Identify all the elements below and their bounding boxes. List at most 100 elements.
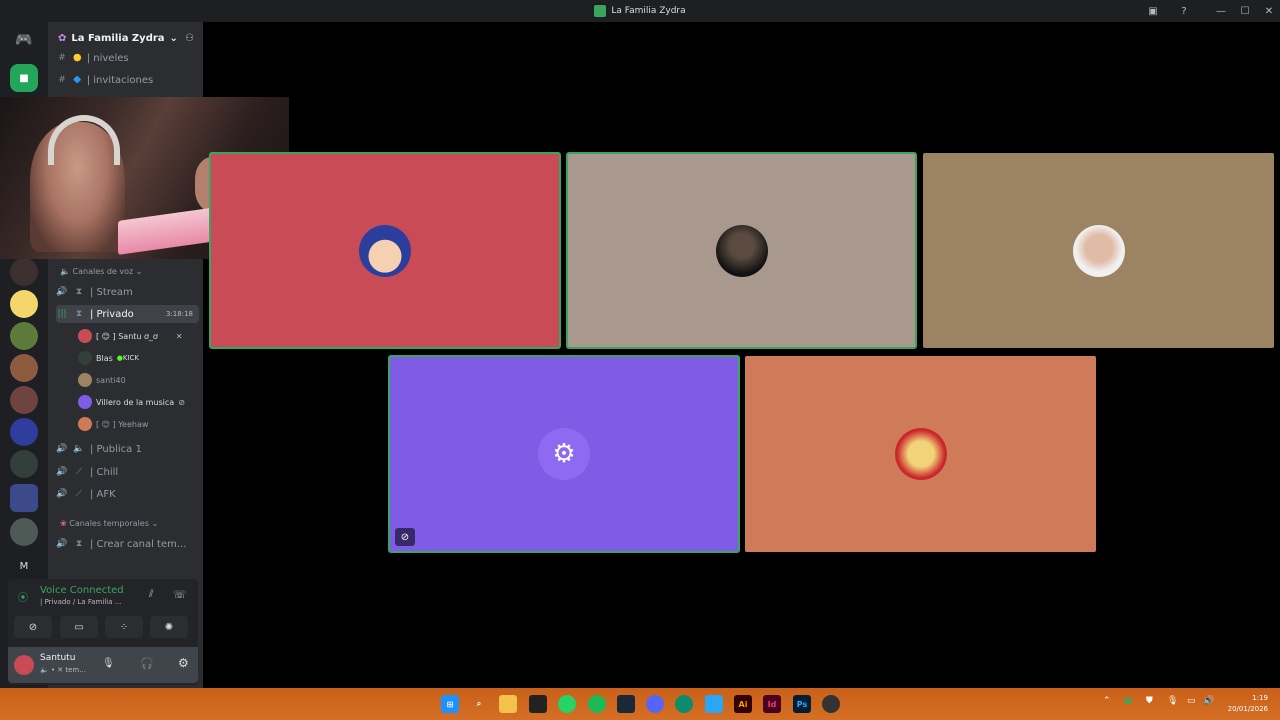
discord-icon[interactable]: [646, 695, 664, 713]
hash-icon: #: [58, 75, 66, 85]
speaker-icon: 🔈: [73, 444, 85, 454]
app-icon-blue[interactable]: [705, 695, 723, 713]
tray-shield-icon[interactable]: ⛊: [1146, 696, 1153, 706]
voice-channel-crear[interactable]: 🔊 ⧗ | Crear canal tem...: [56, 535, 186, 553]
voice-channel-publica[interactable]: 🔊 🔈 | Publica 1: [56, 440, 142, 458]
server-icon-5[interactable]: [10, 386, 38, 414]
user-name[interactable]: Santutu: [40, 653, 75, 663]
minimize-button[interactable]: —: [1214, 0, 1228, 22]
server-folder-icon[interactable]: [10, 484, 38, 512]
server-name: La Familia Zydra: [71, 32, 165, 44]
tray-chevron-icon[interactable]: ⌃: [1103, 696, 1111, 706]
voice-category[interactable]: 🔈 Canales de voz ⌄: [60, 267, 142, 276]
server-icon-3[interactable]: [10, 322, 38, 350]
voice-user[interactable]: Blas ●KICK: [78, 349, 139, 367]
maximize-button[interactable]: ☐: [1238, 0, 1252, 22]
spotify-icon[interactable]: [588, 695, 606, 713]
text-channel-invitaciones[interactable]: # 🔷 | invitaciones: [56, 71, 153, 89]
avatar: [359, 224, 411, 277]
user-name: santi40: [96, 375, 126, 385]
clock-time: 1:19: [1252, 694, 1268, 702]
title-bar: La Familia Zydra ▣ ? — ☐ ✕: [0, 0, 1280, 22]
channel-label: | Crear canal tem...: [90, 538, 187, 550]
illustrator-icon[interactable]: Ai: [734, 695, 752, 713]
camera-button[interactable]: ⊘: [14, 616, 52, 638]
steam-icon[interactable]: [617, 695, 635, 713]
server-icon-zydra[interactable]: ■: [10, 64, 38, 92]
close-button[interactable]: ✕: [1262, 0, 1276, 22]
channel-timer: 3:18:18: [166, 310, 193, 318]
avatar: [78, 417, 92, 431]
voice-status[interactable]: Voice Connected: [40, 585, 124, 596]
tray-app-icon[interactable]: ●: [1124, 696, 1132, 706]
bot-avatar-tile[interactable]: ⚙ ⊘: [388, 355, 740, 553]
windows-start-icon[interactable]: ⊞: [441, 695, 459, 713]
voice-user[interactable]: [ 😊 ] Yeehaw: [78, 415, 148, 433]
help-icon[interactable]: ?: [1176, 0, 1192, 22]
server-icon-1[interactable]: [10, 258, 38, 286]
inbox-icon[interactable]: ▣: [1145, 0, 1161, 22]
channel-label: | niveles: [86, 52, 129, 64]
temp-category-icon: ❀: [60, 519, 67, 528]
noise-suppression-icon[interactable]: ⫽: [149, 589, 153, 600]
disconnect-icon[interactable]: ☏: [173, 588, 187, 601]
server-icon-2[interactable]: [10, 290, 38, 318]
indesign-icon[interactable]: Id: [763, 695, 781, 713]
voice-user[interactable]: [ 😊 ] Santu ơ_ơ ✕: [78, 327, 183, 345]
voice-user[interactable]: santi40: [78, 371, 126, 389]
category-label: Canales de voz: [72, 267, 134, 276]
tray-network-icon[interactable]: ▭: [1187, 696, 1196, 706]
voice-channel-privado[interactable]: ||| ⧗ | Privado 3:18:18: [56, 305, 199, 323]
activities-button[interactable]: ⁘: [105, 616, 143, 638]
app-icon-circle[interactable]: [822, 695, 840, 713]
avatar: [1072, 224, 1125, 277]
avatar[interactable]: [14, 655, 34, 675]
screen-share-button[interactable]: ▭: [60, 616, 98, 638]
channel-label: | invitaciones: [86, 74, 154, 86]
soundboard-button[interactable]: ✺: [150, 616, 188, 638]
temp-category[interactable]: ❀ Canales temporales ⌄: [60, 519, 158, 528]
edge-icon[interactable]: [675, 695, 693, 713]
server-icon-4[interactable]: [10, 354, 38, 382]
system-clock[interactable]: 1:19 20/01/2026: [1228, 693, 1268, 715]
speaker-icon: 🔊: [56, 287, 68, 297]
app-icon: [594, 5, 607, 17]
whatsapp-icon[interactable]: [558, 695, 576, 713]
voice-channel-afk[interactable]: 🔊 ⟋ | AFK: [56, 485, 115, 503]
search-icon[interactable]: ⌕: [470, 695, 488, 713]
avatar: [78, 351, 92, 365]
server-icon-7[interactable]: [10, 450, 38, 478]
add-member-icon[interactable]: ⚇: [185, 33, 194, 44]
voice-channel-stream[interactable]: 🔊 ⧗ | Stream: [56, 283, 132, 301]
blonde-avatar-tile[interactable]: [745, 356, 1096, 552]
photoshop-icon[interactable]: Ps: [793, 695, 811, 713]
guy-avatar-tile[interactable]: [923, 153, 1274, 348]
file-explorer-icon[interactable]: [499, 695, 517, 713]
fighter-avatar-tile[interactable]: [566, 152, 917, 349]
speaker-icon: 🔊: [56, 489, 68, 499]
voice-channel-chill[interactable]: 🔊 ⟋ | Chill: [56, 463, 118, 481]
user-panel: Santutu 🔈 • ✕ tem... 🎙 🎧 ⚙: [8, 647, 198, 683]
channel-label: | Publica 1: [90, 443, 142, 455]
voice-user[interactable]: Villero de la musica ⊘: [78, 393, 185, 411]
gear-icon[interactable]: ⚙: [178, 656, 189, 670]
server-icon-6[interactable]: [10, 418, 38, 446]
microphone-icon[interactable]: 🎙: [102, 658, 115, 669]
tray-mic-icon[interactable]: 🎙: [1167, 696, 1178, 706]
app-icon-dark[interactable]: [529, 695, 547, 713]
chart-icon: ⟋: [75, 467, 83, 477]
camera-off-icon: ⊘: [178, 397, 185, 407]
voice-location[interactable]: | Privado / La Familia ...: [40, 598, 121, 606]
stan-avatar-tile[interactable]: [209, 152, 561, 349]
headset-figure: [48, 115, 120, 165]
camera-off-icon: ⊘: [395, 528, 415, 546]
user-name: [ 😊 ] Yeehaw: [96, 419, 149, 429]
server-icon-8[interactable]: [10, 518, 38, 546]
text-channel-niveles[interactable]: # 🟡 | niveles: [56, 49, 129, 67]
channel-emoji: 🔷: [73, 76, 82, 84]
tray-volume-icon[interactable]: 🔊: [1203, 696, 1214, 706]
headphones-icon[interactable]: 🎧: [140, 657, 154, 670]
window-title-text: La Familia Zydra: [611, 6, 686, 16]
server-icon-m[interactable]: M: [10, 552, 38, 580]
discord-home-icon[interactable]: 🎮: [10, 26, 38, 54]
